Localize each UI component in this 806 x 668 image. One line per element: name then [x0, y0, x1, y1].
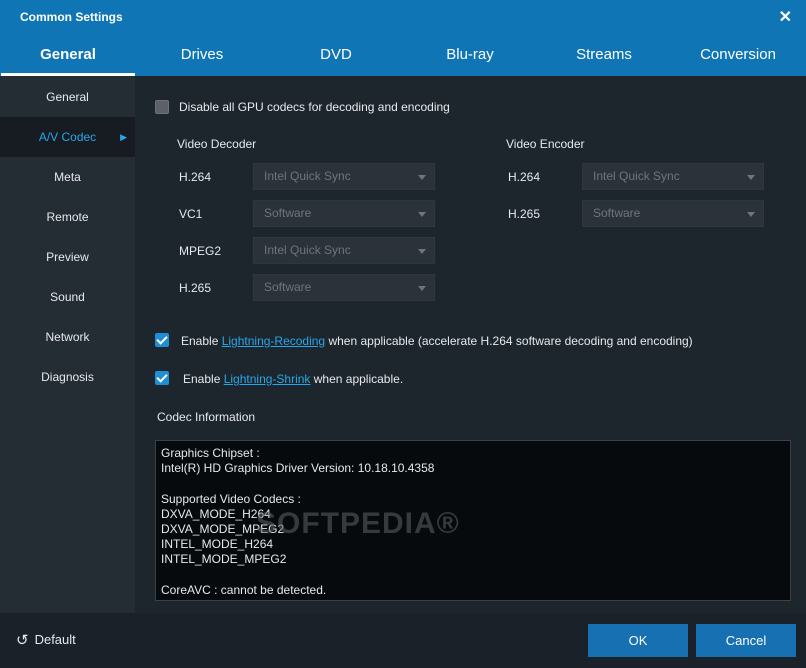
lightning-recoding-link[interactable]: Lightning-Recoding [222, 334, 325, 348]
decoder-h265-select[interactable]: Software [253, 274, 435, 301]
lightning-shrink-checkbox[interactable] [155, 371, 169, 385]
disable-gpu-checkbox[interactable] [155, 100, 169, 114]
info-line: DXVA_MODE_H264 [161, 506, 271, 521]
reset-icon: ↺ [16, 632, 29, 649]
ok-button[interactable]: OK [588, 624, 688, 657]
default-label: Default [34, 632, 76, 647]
default-button[interactable]: ↺ Default [16, 631, 76, 649]
decoder-codec-label: H.264 [179, 170, 212, 184]
dropdown-arrow-icon [418, 212, 426, 217]
tab-dvd[interactable]: DVD [269, 34, 403, 76]
sidebar-item-diagnosis[interactable]: Diagnosis [0, 357, 135, 397]
decoder-codec-label: H.265 [179, 281, 212, 295]
dropdown-arrow-icon [418, 286, 426, 291]
select-value: Software [264, 206, 312, 220]
select-value: Software [264, 280, 312, 294]
label-suffix: when applicable (accelerate H.264 softwa… [325, 334, 693, 348]
tab-streams[interactable]: Streams [537, 34, 671, 76]
sidebar-item-sound[interactable]: Sound [0, 277, 135, 317]
sidebar-item-av-codec[interactable]: A/V Codec ▶ [0, 117, 135, 157]
tab-conversion[interactable]: Conversion [671, 34, 805, 76]
encoder-codec-label: H.265 [508, 207, 541, 221]
lightning-recoding-label: Enable Lightning-Recoding when applicabl… [181, 334, 693, 348]
dropdown-arrow-icon [747, 175, 755, 180]
window-title: Common Settings [20, 10, 123, 24]
encoder-h265-select[interactable]: Software [582, 200, 764, 227]
select-value: Software [593, 206, 641, 220]
disable-gpu-label: Disable all GPU codecs for decoding and … [179, 100, 450, 114]
info-line: INTEL_MODE_H264 [161, 537, 274, 552]
av-codec-panel: Disable all GPU codecs for decoding and … [135, 76, 806, 613]
footer-bar: ↺ Default OK Cancel [0, 613, 806, 668]
dropdown-arrow-icon [747, 212, 755, 217]
tab-general[interactable]: General [1, 34, 135, 76]
lightning-recoding-checkbox[interactable] [155, 333, 169, 347]
sidebar-item-remote[interactable]: Remote [0, 197, 135, 237]
info-line [161, 568, 785, 583]
lightning-shrink-label: Enable Lightning-Shrink when applicable. [183, 372, 403, 386]
decoder-vc1-select[interactable]: Software [253, 200, 435, 227]
info-line: Intel(R) HD Graphics Driver Version: 10.… [161, 461, 435, 476]
sidebar: General A/V Codec ▶ Meta Remote Preview … [0, 76, 135, 613]
sidebar-item-general[interactable]: General [0, 77, 135, 117]
softpedia-watermark: SOFTPEDIA® [256, 507, 460, 540]
info-line: Supported Video Codecs : [161, 491, 301, 506]
title-bar: Common Settings ✕ [0, 0, 806, 34]
decoder-codec-label: VC1 [179, 207, 203, 221]
top-tab-bar: General Drives DVD Blu-ray Streams Conve… [0, 34, 806, 76]
info-line: DXVA_MODE_MPEG2 [161, 521, 285, 536]
encoder-h264-select[interactable]: Intel Quick Sync [582, 163, 764, 190]
select-value: Intel Quick Sync [593, 169, 680, 183]
decoder-mpeg2-select[interactable]: Intel Quick Sync [253, 237, 435, 264]
sidebar-item-meta[interactable]: Meta [0, 157, 135, 197]
label-suffix: when applicable. [310, 372, 404, 386]
chevron-right-icon: ▶ [120, 132, 127, 142]
select-value: Intel Quick Sync [264, 243, 351, 257]
codec-information-heading: Codec Information [157, 410, 256, 424]
close-icon[interactable]: ✕ [779, 7, 792, 27]
info-line: CoreAVC : cannot be detected. [161, 582, 327, 597]
info-line: Graphics Chipset : [161, 446, 260, 460]
video-decoder-heading: Video Decoder [177, 137, 257, 151]
tab-drives[interactable]: Drives [135, 34, 269, 76]
video-encoder-heading: Video Encoder [506, 137, 585, 151]
cancel-button[interactable]: Cancel [696, 624, 796, 657]
sidebar-item-label: A/V Codec [38, 130, 97, 144]
dropdown-arrow-icon [418, 249, 426, 254]
sidebar-item-network[interactable]: Network [0, 317, 135, 357]
label-prefix: Enable [183, 372, 224, 386]
dropdown-arrow-icon [418, 175, 426, 180]
tab-blu-ray[interactable]: Blu-ray [403, 34, 537, 76]
lightning-shrink-link[interactable]: Lightning-Shrink [224, 372, 311, 386]
label-prefix: Enable [181, 334, 222, 348]
decoder-codec-label: MPEG2 [179, 244, 222, 258]
sidebar-item-preview[interactable]: Preview [0, 237, 135, 277]
info-line: INTEL_MODE_MPEG2 [161, 552, 287, 567]
select-value: Intel Quick Sync [264, 169, 351, 183]
codec-information-box[interactable]: Graphics Chipset : Intel(R) HD Graphics … [155, 440, 791, 601]
decoder-h264-select[interactable]: Intel Quick Sync [253, 163, 435, 190]
info-line [161, 476, 785, 491]
encoder-codec-label: H.264 [508, 170, 541, 184]
